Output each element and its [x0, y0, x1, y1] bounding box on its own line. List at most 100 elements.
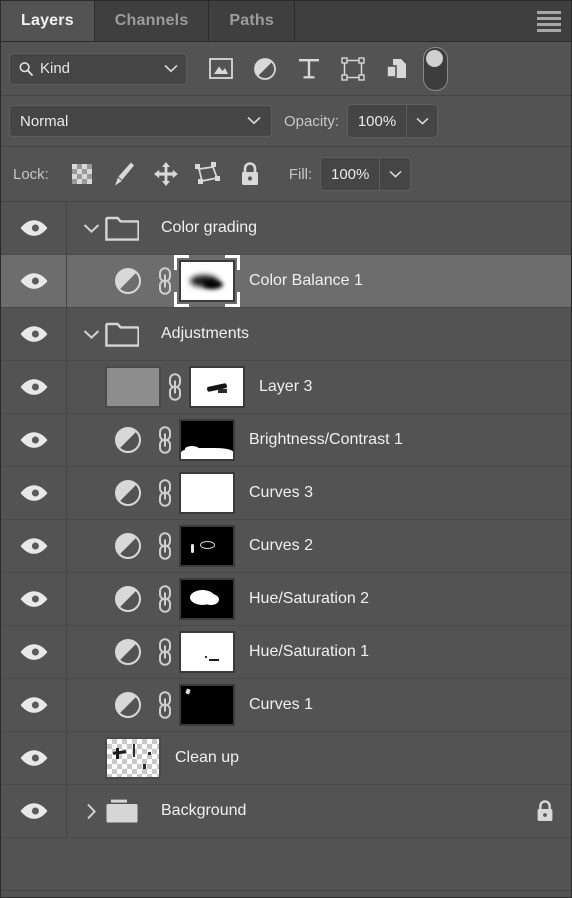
layer-visibility-toggle[interactable]: [1, 679, 67, 731]
lock-label: Lock:: [13, 165, 49, 183]
panel-bottom-bar: [1, 890, 571, 897]
tab-paths[interactable]: Paths: [209, 1, 295, 41]
layer-row[interactable]: Layer 3: [1, 361, 571, 414]
layer-visibility-toggle[interactable]: [1, 520, 67, 572]
lock-image-pixels-icon[interactable]: [103, 155, 145, 193]
chevron-down-icon: [247, 112, 261, 130]
layer-name[interactable]: Hue/Saturation 2: [249, 590, 369, 608]
lock-all-icon[interactable]: [229, 155, 271, 193]
layer-mask-thumbnail[interactable]: [179, 631, 235, 673]
layer-visibility-toggle[interactable]: [1, 573, 67, 625]
blend-mode-select[interactable]: Normal: [9, 105, 272, 137]
layer-mask-thumbnail[interactable]: [179, 472, 235, 514]
fill-chevron-down-icon[interactable]: [380, 158, 410, 190]
link-chain-icon[interactable]: [151, 266, 179, 296]
layer-visibility-toggle[interactable]: [1, 732, 67, 784]
filter-smart-object-icon[interactable]: [375, 49, 419, 89]
opacity-field[interactable]: 100%: [347, 104, 439, 138]
layer-mask-thumbnail[interactable]: [179, 684, 235, 726]
layer-row[interactable]: Hue/Saturation 1: [1, 626, 571, 679]
layer-row-content: Hue/Saturation 2: [67, 573, 571, 625]
layer-row-content: Curves 3: [67, 467, 571, 519]
layer-row[interactable]: Brightness/Contrast 1: [1, 414, 571, 467]
link-chain-icon[interactable]: [151, 478, 179, 508]
layer-row-content: Background: [67, 785, 571, 837]
layer-row[interactable]: Curves 2: [1, 520, 571, 573]
layer-visibility-toggle[interactable]: [1, 361, 67, 413]
layer-mask-thumbnail[interactable]: [179, 525, 235, 567]
adjustment-halfcircle-icon: [105, 267, 151, 295]
hamburger-menu-icon[interactable]: [527, 1, 571, 41]
lock-transparent-pixels-icon[interactable]: [61, 155, 103, 193]
layer-row[interactable]: Background: [1, 785, 571, 838]
adjustment-halfcircle-icon: [105, 426, 151, 454]
layer-name[interactable]: Curves 2: [249, 537, 313, 555]
tab-layers-label: Layers: [21, 12, 74, 29]
link-chain-icon[interactable]: [161, 372, 189, 402]
fill-field[interactable]: 100%: [320, 157, 412, 191]
link-chain-icon[interactable]: [151, 584, 179, 614]
layers-panel: Layers Channels Paths Kind Normal Opacit…: [0, 0, 572, 898]
panel-tab-bar: Layers Channels Paths: [1, 1, 571, 42]
layer-name[interactable]: Color grading: [161, 219, 257, 237]
layer-name[interactable]: Hue/Saturation 1: [249, 643, 369, 661]
layer-row-content: Clean up: [67, 732, 571, 784]
layer-visibility-toggle[interactable]: [1, 626, 67, 678]
layer-visibility-toggle[interactable]: [1, 308, 67, 360]
adjustment-halfcircle-icon: [105, 585, 151, 613]
lock-artboard-nesting-icon[interactable]: [187, 155, 229, 193]
layer-row[interactable]: Hue/Saturation 2: [1, 573, 571, 626]
link-chain-icon[interactable]: [151, 690, 179, 720]
layer-mask-thumbnail[interactable]: [189, 366, 245, 408]
layer-name[interactable]: Adjustments: [161, 325, 249, 343]
opacity-value[interactable]: 100%: [348, 105, 408, 137]
layer-name[interactable]: Brightness/Contrast 1: [249, 431, 403, 449]
layer-row[interactable]: Clean up: [1, 732, 571, 785]
layer-visibility-toggle[interactable]: [1, 255, 67, 307]
tab-paths-label: Paths: [229, 12, 274, 29]
layer-row[interactable]: Curves 1: [1, 679, 571, 732]
layer-row[interactable]: Adjustments: [1, 308, 571, 361]
chevron-down-icon[interactable]: [77, 329, 105, 340]
layer-name[interactable]: Color Balance 1: [249, 272, 363, 290]
lock-position-icon[interactable]: [145, 155, 187, 193]
magnifier-icon: [18, 61, 34, 77]
link-chain-icon[interactable]: [151, 425, 179, 455]
filter-type-layers-icon[interactable]: [287, 49, 331, 89]
link-chain-icon[interactable]: [151, 531, 179, 561]
layer-row-content: Hue/Saturation 1: [67, 626, 571, 678]
link-chain-icon[interactable]: [151, 637, 179, 667]
layer-row[interactable]: Color Balance 1: [1, 255, 571, 308]
filter-adjustment-layers-icon[interactable]: [243, 49, 287, 89]
tab-layers[interactable]: Layers: [1, 1, 95, 41]
layer-thumbnail[interactable]: [105, 366, 161, 408]
layer-visibility-toggle[interactable]: [1, 467, 67, 519]
layer-row[interactable]: Color grading: [1, 202, 571, 255]
tab-channels[interactable]: Channels: [95, 1, 210, 41]
chevron-down-icon[interactable]: [77, 223, 105, 234]
layer-row-content: Color Balance 1: [67, 255, 571, 307]
layer-visibility-toggle[interactable]: [1, 785, 67, 837]
filter-kind-select[interactable]: Kind: [9, 52, 187, 85]
filter-pixel-layers-icon[interactable]: [199, 49, 243, 89]
layer-row-content: Brightness/Contrast 1: [67, 414, 571, 466]
opacity-chevron-down-icon[interactable]: [407, 105, 437, 137]
layer-mask-thumbnail[interactable]: [179, 578, 235, 620]
layer-name[interactable]: Background: [161, 802, 246, 820]
filter-enable-toggle[interactable]: [423, 46, 448, 91]
layer-row-content: Curves 1: [67, 679, 571, 731]
layer-visibility-toggle[interactable]: [1, 202, 67, 254]
layer-mask-thumbnail[interactable]: [179, 260, 235, 302]
layer-name[interactable]: Layer 3: [259, 378, 312, 396]
fill-value[interactable]: 100%: [321, 158, 381, 190]
chevron-right-icon[interactable]: [77, 803, 105, 820]
layer-name[interactable]: Curves 3: [249, 484, 313, 502]
layer-mask-thumbnail[interactable]: [179, 419, 235, 461]
layer-row[interactable]: Curves 3: [1, 467, 571, 520]
adjustment-halfcircle-icon: [105, 638, 151, 666]
layer-thumbnail[interactable]: [105, 737, 161, 779]
layer-name[interactable]: Clean up: [175, 749, 239, 767]
layer-name[interactable]: Curves 1: [249, 696, 313, 714]
layer-visibility-toggle[interactable]: [1, 414, 67, 466]
filter-shape-layers-icon[interactable]: [331, 49, 375, 89]
